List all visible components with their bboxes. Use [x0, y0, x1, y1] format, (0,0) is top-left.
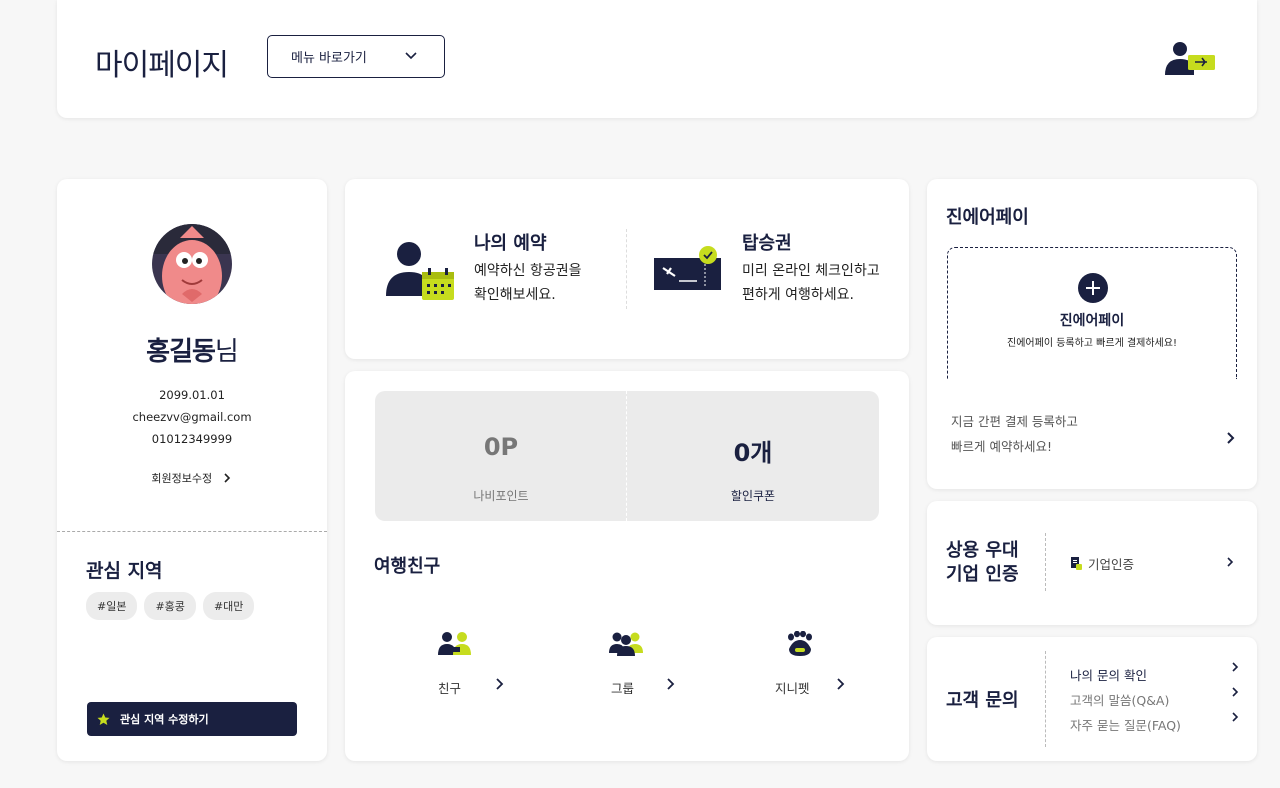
jinair-pay-title: 진에어페이 — [946, 207, 1029, 228]
friend-icon — [438, 632, 471, 655]
faq-link[interactable]: 자주 묻는 질문(FAQ) — [1070, 712, 1240, 734]
edit-member-info-link[interactable]: 회원정보수정 — [57, 470, 327, 486]
chevron-right-icon — [837, 678, 845, 690]
jinair-pay-box-title: 진에어페이 — [1059, 313, 1125, 329]
corporate-card: 상용 우대 기업 인증 기업인증 — [927, 501, 1257, 625]
chevron-right-icon — [1232, 712, 1239, 722]
interest-region-title: 관심 지역 — [86, 560, 163, 582]
jinair-pay-promo: 지금 간편 결제 등록하고 빠르게 예약하세요! — [951, 409, 1078, 459]
reservation-card: 나의 예약 예약하신 항공권을 확인해보세요. 탑승권 미리 온라인 체크인하고… — [345, 179, 909, 359]
customer-inquiry-card: 고객 문의 나의 문의 확인 고객의 말씀(Q&A) 자주 묻는 질문(FAQ) — [927, 637, 1257, 761]
boarding-pass-desc: 편하게 여행하세요. — [742, 287, 854, 303]
boarding-pass-icon — [654, 246, 721, 290]
my-reservation-desc: 예약하신 항공권을 — [474, 263, 582, 279]
travel-friends-title: 여행친구 — [374, 556, 441, 577]
boarding-pass-title: 탑승권 — [742, 233, 792, 254]
edit-interest-region-label: 관심 지역 수정하기 — [120, 713, 209, 726]
paw-icon — [788, 631, 812, 656]
chevron-right-icon — [496, 678, 504, 690]
calendar-person-icon — [386, 242, 454, 300]
phone: 01012349999 — [151, 432, 233, 446]
faq-label: 자주 묻는 질문(FAQ) — [1070, 718, 1181, 733]
page-header: 마이페이지 메뉴 바로가기 — [57, 0, 1257, 118]
corporate-title: 상용 우대 기업 인증 — [946, 539, 1019, 587]
email: cheezvv@gmail.com — [132, 410, 252, 424]
divider — [626, 229, 627, 309]
boarding-pass-desc: 미리 온라인 체크인하고 — [742, 263, 880, 279]
jinair-pay-register-box[interactable]: 진에어페이 진에어페이 등록하고 빠르게 결제하세요! — [947, 247, 1237, 379]
navi-point-link[interactable]: 0P 나비포인트 — [375, 391, 627, 521]
group-icon — [609, 632, 643, 656]
chevron-right-icon — [1232, 662, 1239, 672]
jinair-pay-card: 진에어페이 진에어페이 진에어페이 등록하고 빠르게 결제하세요! 지금 간편 … — [927, 179, 1257, 489]
coupon-value: 0개 — [733, 439, 773, 467]
user-name: 홍길동님 — [57, 331, 327, 368]
honorific: 님 — [214, 337, 239, 367]
tag: #홍콩 — [144, 592, 196, 620]
menu-shortcut-select[interactable]: 메뉴 바로가기 — [267, 35, 445, 78]
tag: #대만 — [202, 592, 255, 620]
chevron-down-icon — [405, 52, 417, 60]
my-reservation-desc: 확인해보세요. — [474, 287, 556, 303]
coupon-link[interactable]: 0개 할인쿠폰 — [627, 391, 879, 521]
page-title: 마이페이지 — [95, 48, 229, 83]
chevron-right-icon — [667, 678, 675, 690]
divider — [1045, 651, 1046, 747]
qna-link[interactable]: 고객의 말씀(Q&A) — [1070, 687, 1240, 709]
corporate-auth-link[interactable]: 기업인증 — [1070, 554, 1134, 573]
friend-label: 친구 — [438, 681, 462, 696]
chevron-right-icon[interactable] — [1225, 555, 1235, 569]
chevron-right-icon — [1232, 687, 1239, 697]
edit-member-info-label: 회원정보수정 — [151, 472, 213, 485]
document-icon — [1071, 557, 1082, 570]
chevron-right-icon — [224, 473, 230, 483]
birth-date: 2099.01.01 — [159, 388, 225, 402]
my-reservation-title: 나의 예약 — [474, 233, 547, 254]
divider — [1045, 533, 1046, 591]
avatar — [152, 224, 232, 304]
star-icon — [97, 713, 110, 725]
coupon-label: 할인쿠폰 — [730, 489, 776, 503]
my-inquiry-label: 나의 문의 확인 — [1070, 668, 1147, 683]
customer-inquiry-title: 고객 문의 — [946, 690, 1019, 711]
my-inquiry-link[interactable]: 나의 문의 확인 — [1070, 662, 1240, 684]
edit-interest-region-button[interactable]: 관심 지역 수정하기 — [87, 702, 297, 736]
plus-icon — [1078, 273, 1108, 303]
navi-point-value: 0P — [483, 433, 519, 461]
corporate-title-line: 기업 인증 — [946, 564, 1019, 585]
jinipet-label: 지니펫 — [775, 681, 810, 696]
qna-label: 고객의 말씀(Q&A) — [1070, 693, 1170, 708]
interest-tags: #일본 #홍콩 #대만 — [86, 592, 255, 620]
promo-line: 지금 간편 결제 등록하고 — [951, 414, 1078, 429]
corporate-auth-label: 기업인증 — [1088, 557, 1135, 572]
promo-line: 빠르게 예약하세요! — [951, 439, 1052, 454]
tag: #일본 — [86, 592, 138, 620]
corporate-title-line: 상용 우대 — [946, 540, 1019, 561]
chevron-right-icon[interactable] — [1225, 430, 1237, 446]
traveler-ticket-icon — [1165, 42, 1215, 75]
menu-select-label: 메뉴 바로가기 — [291, 51, 367, 66]
points-friends-card: 0P 나비포인트 0개 할인쿠폰 여행친구 친구 그룹 지니펫 — [345, 371, 909, 761]
divider — [57, 531, 327, 532]
profile-card: 홍길동님 2099.01.01 cheezvv@gmail.com 010123… — [57, 179, 327, 761]
group-label: 그룹 — [611, 681, 635, 696]
jinair-pay-box-desc: 진에어페이 등록하고 빠르게 결제하세요! — [1007, 338, 1177, 349]
navi-point-label: 나비포인트 — [473, 489, 529, 503]
user-name-text: 홍길동 — [146, 337, 216, 367]
points-box: 0P 나비포인트 0개 할인쿠폰 — [375, 391, 879, 521]
